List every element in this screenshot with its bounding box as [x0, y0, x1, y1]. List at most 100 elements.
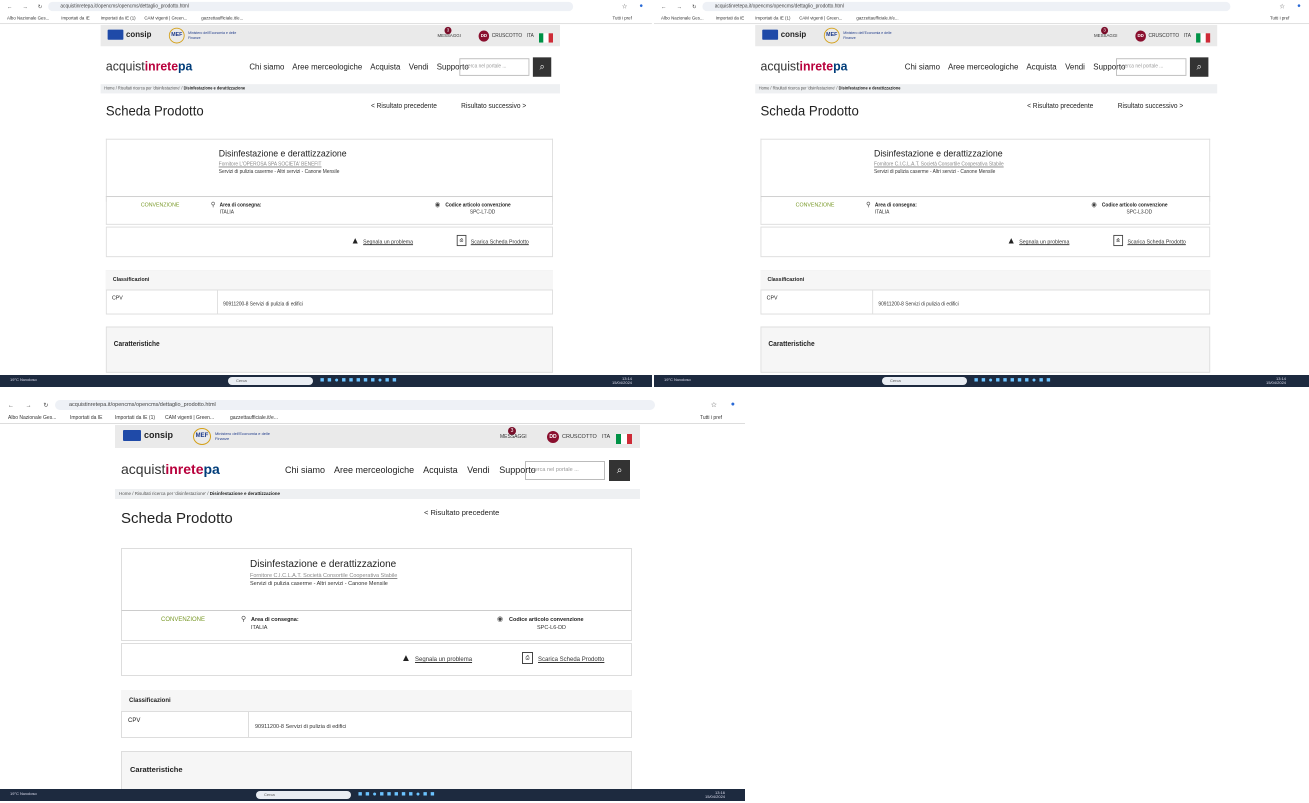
- consip-logo[interactable]: consip: [123, 430, 173, 442]
- breadcrumb-home[interactable]: Home: [759, 86, 770, 91]
- bookmark-item[interactable]: CAM vigenti | Green...: [165, 415, 214, 421]
- next-result-link[interactable]: Risultato successivo >: [1118, 102, 1183, 110]
- bookmark-all[interactable]: Tutti i pref: [700, 415, 722, 421]
- cruscotto-link[interactable]: CRUSCOTTO: [492, 33, 522, 39]
- bookmark-item[interactable]: CAM vigenti | Green...: [144, 16, 187, 22]
- taskbar-app-icons[interactable]: ■■●■■■■■●■■: [358, 791, 438, 798]
- taskbar-app-icons[interactable]: ■■●■■■■■●■■: [320, 377, 400, 384]
- star-icon[interactable]: ☆: [1279, 3, 1285, 10]
- url-field[interactable]: acquistinretepa.it/opencms/opencms/detta…: [55, 400, 655, 410]
- bookmark-all[interactable]: Tutti i pref: [1270, 16, 1289, 22]
- weather-widget[interactable]: 19°C Nuvoloso: [664, 377, 691, 389]
- segnala-problema-link[interactable]: Segnala un problema: [1019, 240, 1069, 246]
- bookmark-item[interactable]: CAM vigenti | Green...: [799, 16, 842, 22]
- bookmark-item[interactable]: gazzettaufficiale.it/e...: [230, 415, 278, 421]
- segnala-problema-link[interactable]: Segnala un problema: [415, 657, 472, 663]
- account-icon[interactable]: ●: [731, 401, 735, 408]
- menu-vendi[interactable]: Vendi: [1065, 62, 1085, 71]
- user-avatar[interactable]: DD: [1135, 30, 1146, 42]
- weather-widget[interactable]: 19°C Nuvoloso: [10, 791, 37, 803]
- messaggi-link[interactable]: MESSAGGI: [500, 434, 527, 440]
- breadcrumb-home[interactable]: Home: [119, 491, 131, 496]
- segnala-problema-link[interactable]: Segnala un problema: [363, 240, 413, 246]
- account-icon[interactable]: ●: [1297, 3, 1301, 9]
- language-selector[interactable]: ITA: [602, 434, 610, 440]
- bookmark-item[interactable]: Importati da IE: [70, 415, 103, 421]
- fornitore-link[interactable]: Fornitore C.I.C.L.A.T. Società Consortil…: [250, 573, 397, 579]
- mef-logo[interactable]: MEF: [168, 27, 185, 44]
- scarica-scheda-link[interactable]: Scarica Scheda Prodotto: [1127, 240, 1185, 246]
- breadcrumb-step[interactable]: Risultati ricerca per 'disinfestazione': [118, 86, 180, 91]
- browser-nav-icons[interactable]: ← → ↻: [8, 402, 53, 409]
- acquistinretepa-logo[interactable]: acquistinretepa: [121, 461, 220, 477]
- prev-result-link[interactable]: < Risultato precedente: [1027, 102, 1093, 110]
- menu-aree-merceologiche[interactable]: Aree merceologiche: [292, 62, 362, 71]
- taskbar-search[interactable]: Cerca: [256, 791, 351, 799]
- taskbar-clock[interactable]: 13:14 15/04/2024: [1266, 377, 1286, 385]
- cruscotto-link[interactable]: CRUSCOTTO: [562, 434, 597, 440]
- weather-widget[interactable]: 19°C Nuvoloso: [10, 377, 37, 389]
- bookmark-all[interactable]: Tutti i pref: [613, 16, 632, 22]
- mef-logo[interactable]: MEF: [823, 27, 840, 44]
- menu-acquista[interactable]: Acquista: [423, 465, 458, 475]
- taskbar-clock[interactable]: 13:14 15/04/2024: [612, 377, 632, 385]
- taskbar-search[interactable]: Cerca: [882, 377, 967, 385]
- bookmark-item[interactable]: Importati da IE: [716, 16, 745, 22]
- user-avatar[interactable]: DD: [547, 431, 559, 443]
- menu-chi-siamo[interactable]: Chi siamo: [249, 62, 284, 71]
- bookmark-item[interactable]: Importati da IE (1): [115, 415, 155, 421]
- url-field[interactable]: acquistinretepa.it/opencms/opencms/detta…: [702, 1, 1231, 12]
- acquistinretepa-logo[interactable]: acquistinretepa: [760, 58, 847, 73]
- consip-logo[interactable]: consip: [762, 30, 806, 40]
- caratteristiche-section[interactable]: Caratteristiche: [760, 326, 1211, 373]
- bookmark-item[interactable]: Importati da IE (1): [755, 16, 790, 22]
- fornitore-link[interactable]: Fornitore C.I.C.L.A.T. Società Consortil…: [874, 162, 1004, 168]
- cruscotto-link[interactable]: CRUSCOTTO: [1149, 33, 1180, 39]
- language-selector[interactable]: ITA: [527, 33, 534, 39]
- search-icon[interactable]: ⌕: [1189, 57, 1209, 77]
- user-avatar[interactable]: DD: [478, 30, 490, 42]
- next-result-link[interactable]: Risultato successivo >: [461, 102, 526, 110]
- scarica-scheda-link[interactable]: Scarica Scheda Prodotto: [471, 240, 529, 246]
- messaggi-link[interactable]: MESSAGGI: [1094, 33, 1117, 39]
- search-input[interactable]: cerca nel portale ...: [525, 461, 605, 480]
- search-icon[interactable]: ⌕: [532, 57, 552, 77]
- menu-vendi[interactable]: Vendi: [409, 62, 429, 71]
- bookmark-item[interactable]: gazzettaufficiale.it/e...: [201, 16, 243, 22]
- bookmark-item[interactable]: Albo Nazionale Ges...: [8, 415, 56, 421]
- scarica-scheda-link[interactable]: Scarica Scheda Prodotto: [538, 657, 604, 663]
- messaggi-link[interactable]: MESSAGGI: [438, 33, 461, 39]
- menu-aree-merceologiche[interactable]: Aree merceologiche: [948, 62, 1018, 71]
- taskbar-search[interactable]: Cerca: [228, 377, 313, 385]
- caratteristiche-section[interactable]: Caratteristiche: [105, 326, 553, 373]
- account-icon[interactable]: ●: [639, 3, 643, 9]
- star-icon[interactable]: ☆: [622, 3, 627, 10]
- taskbar-app-icons[interactable]: ■■●■■■■■●■■: [974, 377, 1054, 384]
- breadcrumb-home[interactable]: Home: [104, 86, 115, 91]
- breadcrumb-step[interactable]: Risultati ricerca per 'disinfestazione': [773, 86, 836, 91]
- mef-logo[interactable]: MEF: [193, 428, 211, 445]
- browser-nav-icons[interactable]: ← → ↻: [661, 4, 701, 11]
- language-selector[interactable]: ITA: [1184, 33, 1191, 39]
- search-input[interactable]: cerca nel portale ...: [459, 58, 530, 76]
- breadcrumb-step[interactable]: Risultati ricerca per 'disinfestazione': [135, 491, 206, 496]
- bookmark-item[interactable]: Importati da IE: [61, 16, 89, 22]
- browser-nav-icons[interactable]: ← → ↻: [7, 4, 47, 11]
- star-icon[interactable]: ☆: [711, 401, 717, 409]
- acquistinretepa-logo[interactable]: acquistinretepa: [106, 58, 192, 73]
- bookmark-item[interactable]: Albo Nazionale Ges...: [661, 16, 704, 22]
- menu-aree-merceologiche[interactable]: Aree merceologiche: [334, 465, 414, 475]
- bookmark-item[interactable]: gazzettaufficiale.it/e...: [856, 16, 898, 22]
- menu-chi-siamo[interactable]: Chi siamo: [905, 62, 940, 71]
- bookmark-item[interactable]: Importati da IE (1): [101, 16, 136, 22]
- fornitore-link[interactable]: Fornitore L'OPEROSA SPA SOCIETA' BENEFIT: [219, 162, 322, 168]
- menu-acquista[interactable]: Acquista: [1026, 62, 1056, 71]
- search-input[interactable]: cerca nel portale ...: [1116, 58, 1187, 76]
- menu-chi-siamo[interactable]: Chi siamo: [285, 465, 325, 475]
- prev-result-link[interactable]: < Risultato precedente: [424, 508, 499, 517]
- menu-vendi[interactable]: Vendi: [467, 465, 490, 475]
- bookmark-item[interactable]: Albo Nazionale Ges...: [7, 16, 49, 22]
- menu-acquista[interactable]: Acquista: [370, 62, 400, 71]
- search-icon[interactable]: ⌕: [609, 460, 630, 481]
- prev-result-link[interactable]: < Risultato precedente: [371, 102, 437, 110]
